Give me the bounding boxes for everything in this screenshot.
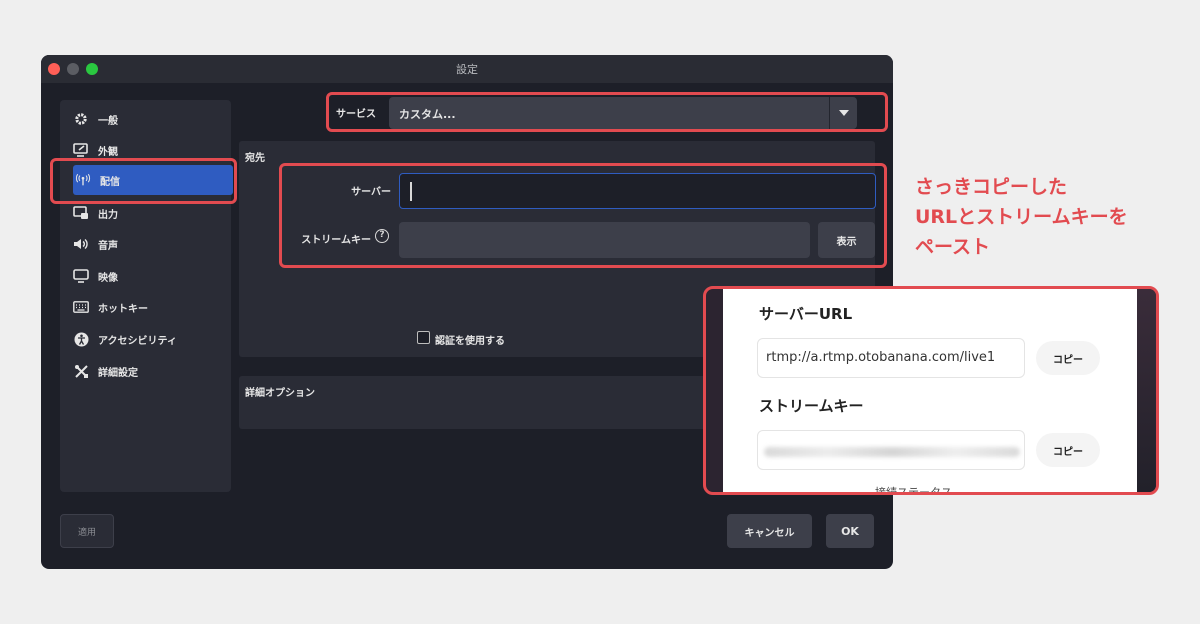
sidebar-item-label: 外観 bbox=[98, 146, 118, 158]
cancel-button[interactable]: キャンセル bbox=[727, 514, 812, 548]
connection-status-cutoff: 接続ステータス bbox=[875, 486, 952, 495]
title-bar: 設定 bbox=[41, 55, 893, 83]
server-url-heading: サーバーURL bbox=[759, 305, 853, 323]
sidebar-item-label: 詳細設定 bbox=[98, 367, 138, 379]
sidebar-item-label: アクセシビリティ bbox=[98, 335, 177, 347]
annotation-line: URLとストリームキーを bbox=[915, 206, 1128, 228]
highlight-stream-tab bbox=[50, 158, 237, 204]
server-url-value: rtmp://a.rtmp.otobanana.com/live1 bbox=[766, 350, 996, 365]
apply-button[interactable]: 適用 bbox=[60, 514, 114, 548]
auth-checkbox[interactable] bbox=[417, 331, 430, 344]
annotation-line: ペースト bbox=[915, 236, 991, 258]
advanced-options-title: 詳細オプション bbox=[245, 388, 315, 399]
annotation-text: さっきコピーした URLとストリームキーを ペースト bbox=[915, 172, 1195, 262]
output-icon bbox=[73, 205, 89, 221]
sidebar-item-label: 映像 bbox=[98, 272, 118, 284]
sidebar-item-label: 出力 bbox=[98, 209, 118, 221]
sidebar-item-label: 音声 bbox=[98, 240, 118, 252]
sidebar-item-audio[interactable]: 音声 bbox=[60, 229, 231, 259]
ok-button[interactable]: OK bbox=[826, 514, 874, 548]
auth-checkbox-label: 認証を使用する bbox=[435, 336, 505, 347]
zoom-background-strip bbox=[1137, 289, 1156, 492]
server-url-field[interactable]: rtmp://a.rtmp.otobanana.com/live1 bbox=[757, 338, 1025, 378]
appearance-icon bbox=[73, 142, 89, 158]
copy-server-url-button[interactable]: コピー bbox=[1036, 341, 1100, 375]
highlight-destination-fields bbox=[279, 163, 887, 268]
sidebar-item-hotkeys[interactable]: ホットキー bbox=[60, 292, 231, 322]
sidebar-item-advanced[interactable]: 詳細設定 bbox=[60, 356, 231, 386]
accessibility-icon bbox=[73, 331, 89, 347]
sidebar-item-label: 一般 bbox=[98, 115, 118, 127]
tools-icon bbox=[73, 363, 89, 379]
sidebar-item-general[interactable]: 一般 bbox=[60, 104, 231, 134]
blurred-stream-key bbox=[764, 447, 1020, 457]
window-title: 設定 bbox=[456, 63, 478, 76]
sidebar-item-accessibility[interactable]: アクセシビリティ bbox=[60, 324, 231, 354]
zoom-panel-content: サーバーURL rtmp://a.rtmp.otobanana.com/live… bbox=[723, 289, 1137, 492]
sidebar-item-video[interactable]: 映像 bbox=[60, 261, 231, 291]
gear-icon bbox=[73, 111, 89, 127]
stream-key-field[interactable] bbox=[757, 430, 1025, 470]
speaker-icon bbox=[73, 236, 89, 252]
zoom-reference-panel: サーバーURL rtmp://a.rtmp.otobanana.com/live… bbox=[703, 286, 1159, 495]
annotation-line: さっきコピーした bbox=[915, 176, 1068, 198]
highlight-service bbox=[326, 92, 888, 132]
copy-stream-key-button[interactable]: コピー bbox=[1036, 433, 1100, 467]
destination-title: 宛先 bbox=[245, 153, 265, 164]
monitor-icon bbox=[73, 268, 89, 284]
keyboard-icon bbox=[73, 299, 89, 315]
stream-key-heading: ストリームキー bbox=[759, 397, 864, 415]
sidebar-item-label: ホットキー bbox=[98, 303, 148, 315]
